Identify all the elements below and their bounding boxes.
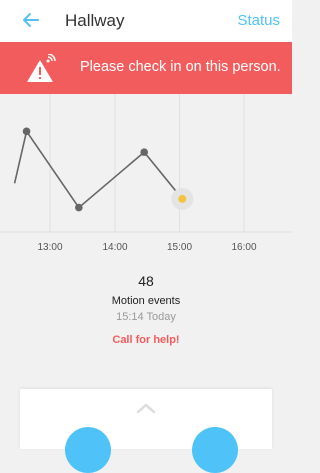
x-tick-label: 14:00 <box>102 242 127 253</box>
data-point[interactable] <box>22 127 31 136</box>
page-title: Hallway <box>65 11 125 30</box>
current-point[interactable] <box>178 194 187 203</box>
stats-block: 48 Motion events 15:14 Today <box>0 272 292 324</box>
warning-signal-icon <box>26 53 64 84</box>
data-point[interactable] <box>75 203 83 212</box>
x-tick-label: 15:00 <box>167 242 192 253</box>
x-tick-label: 16:00 <box>231 242 256 253</box>
call-for-help-link[interactable]: Call for help! <box>0 334 292 346</box>
back-arrow-icon[interactable] <box>20 9 42 31</box>
chart-grid <box>49 94 245 232</box>
action-button-right[interactable] <box>192 427 238 473</box>
status-link[interactable]: Status <box>237 12 280 29</box>
data-point[interactable] <box>140 148 148 156</box>
action-button-left[interactable] <box>65 427 111 473</box>
alert-banner: Please check in on this person. <box>0 42 292 94</box>
event-time: 15:14 Today <box>116 311 176 323</box>
bottom-sheet <box>20 389 272 473</box>
chevron-up-icon[interactable] <box>136 401 156 414</box>
motion-chart-svg: 13:00 14:00 15:00 16:00 <box>0 94 292 253</box>
alert-message: Please check in on this person. <box>80 59 281 75</box>
event-count: 48 <box>138 273 154 289</box>
motion-chart: 13:00 14:00 15:00 16:00 <box>0 94 292 264</box>
event-count-label: Motion events <box>111 295 181 307</box>
x-tick-label: 13:00 <box>37 242 62 253</box>
series-line <box>13 129 183 209</box>
top-bar: Hallway Status <box>0 0 292 42</box>
